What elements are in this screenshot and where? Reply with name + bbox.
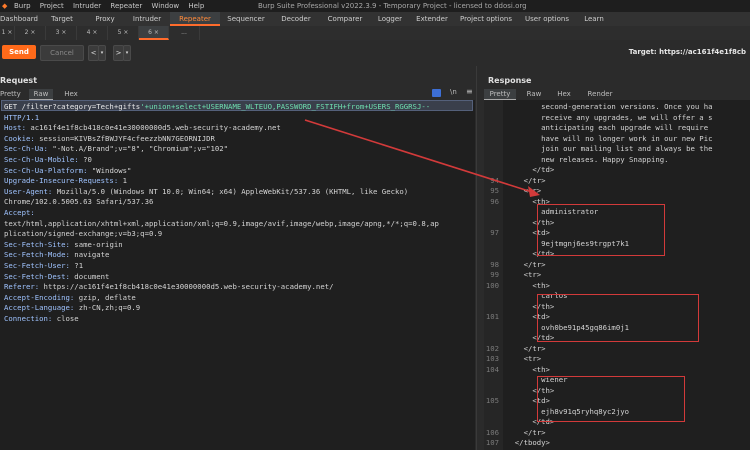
arrow-head [528, 186, 540, 197]
annotation-arrow [304, 119, 540, 197]
arrow-line [304, 119, 536, 194]
